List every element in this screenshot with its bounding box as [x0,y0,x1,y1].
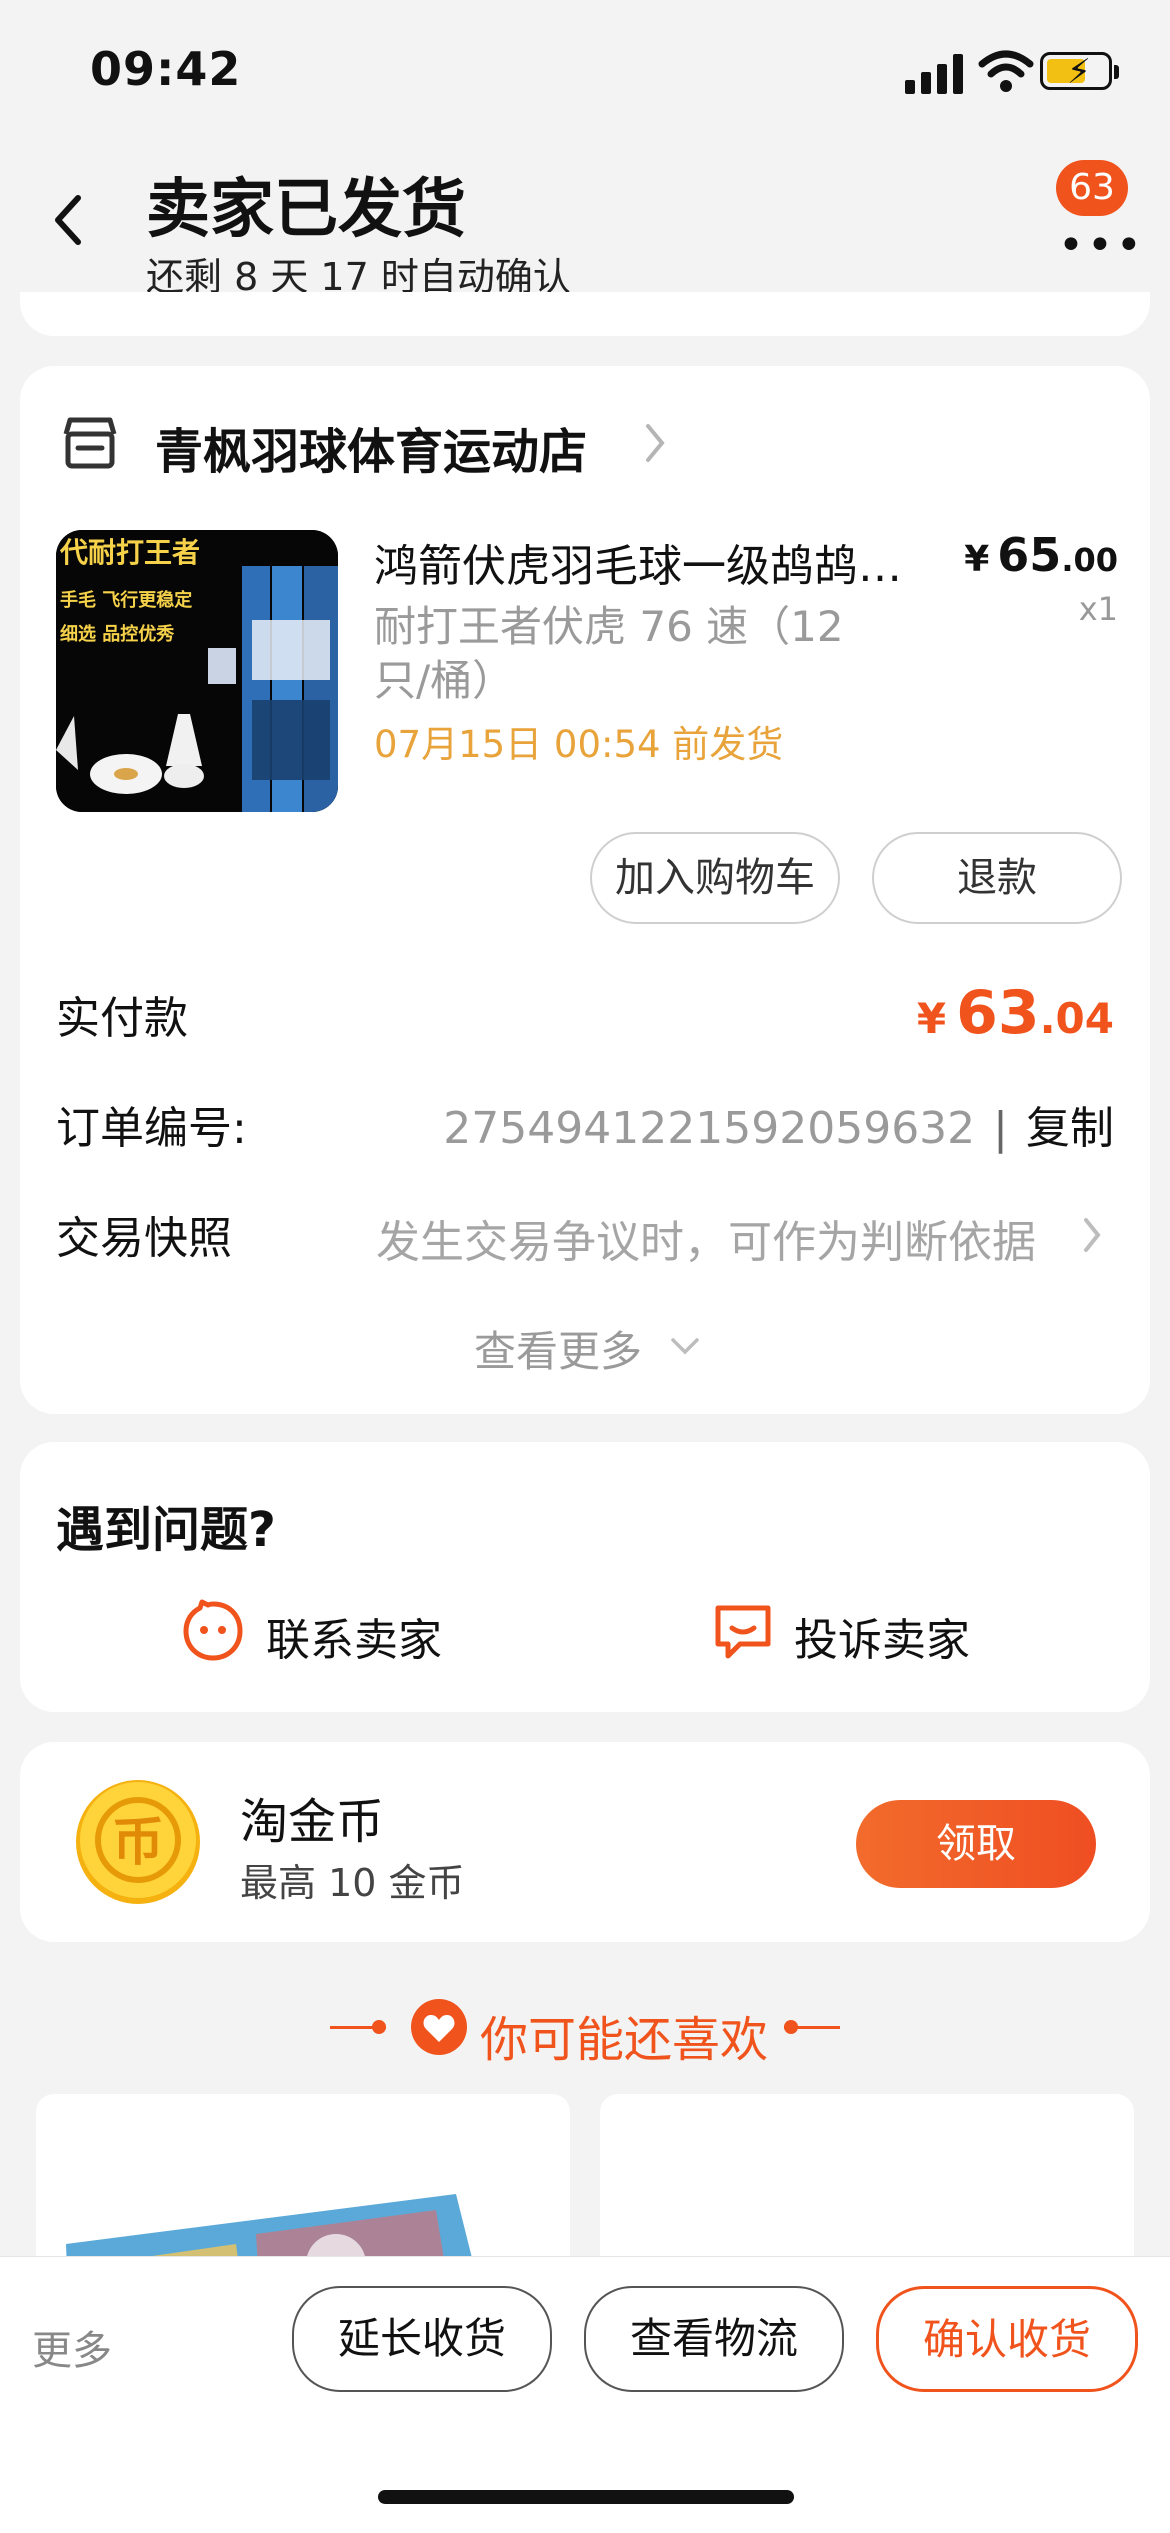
product-image-line-1: 代耐打王者 [59,536,200,569]
product-sku: 耐打王者伏虎 76 速（12只/桶） [374,602,844,705]
product-image[interactable]: 代耐打王者 手毛 飞行更稳定 细选 品控优秀 [56,530,338,812]
extend-receipt-button[interactable]: 延长收货 [292,2286,552,2392]
view-logistics-button[interactable]: 查看物流 [584,2286,844,2392]
claim-coins-button[interactable]: 领取 [856,1800,1096,1888]
wifi-icon [978,50,1034,92]
paid-amount: ¥63.04 [916,978,1114,1048]
coin-subtitle: 最高 10 金币 [240,1861,465,1905]
contact-seller-icon[interactable] [180,1598,246,1664]
complain-seller-button[interactable]: 投诉卖家 [794,1604,970,1668]
battery-icon: ⚡ [1040,52,1119,91]
refund-button[interactable]: 退款 [872,832,1122,924]
complain-seller-icon[interactable] [710,1598,776,1664]
problem-card [20,1442,1150,1712]
paid-label: 实付款 [56,993,188,1044]
more-actions-link[interactable]: 更多 [32,2318,112,2376]
divider-dot-left [372,2020,386,2034]
signal-icon [905,52,965,94]
back-chevron-icon[interactable] [48,190,88,250]
product-image-line-2: 手毛 飞行更稳定 [60,589,192,611]
previous-card-edge [20,292,1150,336]
message-count-badge: 63 [1056,160,1128,216]
see-more-link[interactable]: 查看更多 [474,1318,642,1379]
product-image-line-3: 细选 品控优秀 [60,623,174,645]
snapshot-label[interactable]: 交易快照 [56,1202,232,1266]
heart-icon [411,1999,467,2055]
more-dots-icon: ••• [1058,220,1145,271]
snapshot-hint[interactable]: 发生交易争议时，可作为判断依据 [376,1206,1036,1270]
copy-button[interactable]: 复制 [1026,1103,1114,1154]
more-menu-button[interactable]: 63 ••• [1040,160,1142,271]
gold-coin-icon: 币 [72,1776,204,1908]
home-indicator [378,2490,794,2504]
chevron-right-icon[interactable] [1078,1212,1106,1258]
order-number: 2754941221592059632 [443,1103,976,1154]
chevron-down-icon[interactable] [668,1334,702,1358]
ship-deadline: 07月15日 00:54 前发货 [374,723,784,766]
shop-icon [63,417,117,469]
divider-right [784,2026,840,2029]
recommend-title: 你可能还喜欢 [480,2012,769,2068]
page-title: 卖家已发货 [146,173,466,247]
order-number-label: 订单编号: [56,1103,247,1154]
shop-name[interactable]: 青枫羽球体育运动店 [155,412,587,482]
order-number-row: 2754941221592059632 | 复制 [443,1103,1114,1154]
problem-title: 遇到问题? [56,1502,276,1558]
contact-seller-button[interactable]: 联系卖家 [266,1604,442,1668]
coin-title: 淘金币 [240,1794,385,1850]
product-price: ¥65.00 [964,528,1118,582]
product-quantity: x1 [1078,590,1118,628]
chevron-right-icon[interactable] [640,418,670,468]
add-to-cart-button[interactable]: 加入购物车 [590,832,840,924]
confirm-receipt-button[interactable]: 确认收货 [876,2286,1138,2392]
status-time: 09:42 [90,42,242,96]
product-title[interactable]: 鸿箭伏虎羽毛球一级鸪鸪… [374,530,934,594]
svg-text:币: 币 [112,1813,164,1873]
